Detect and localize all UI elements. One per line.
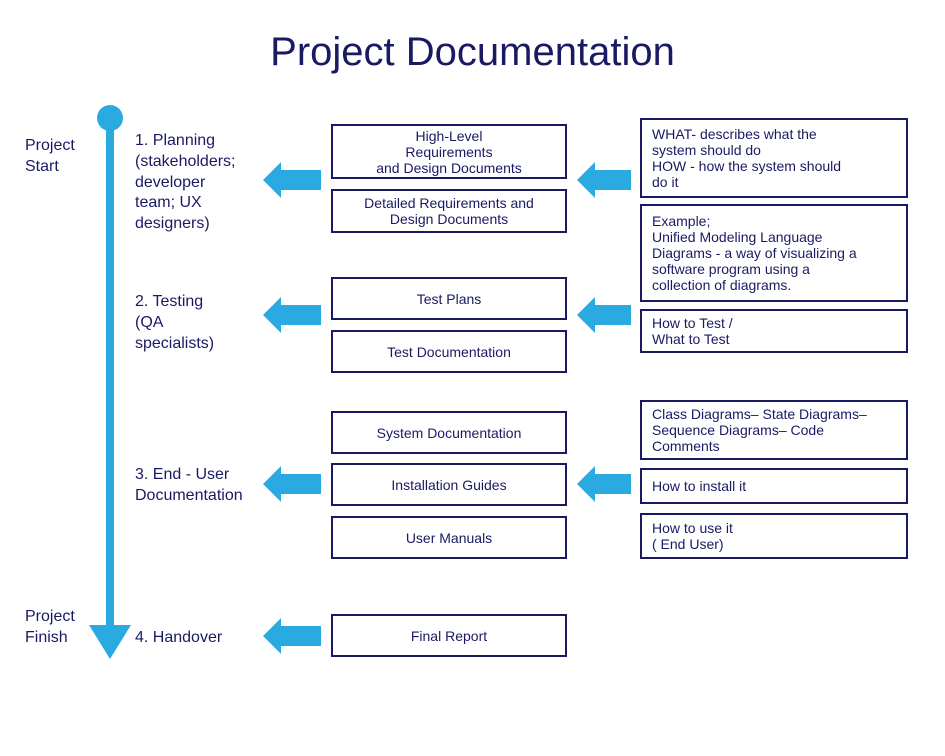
- page-title: Project Documentation: [0, 30, 945, 75]
- arrow-right-enduser: [593, 474, 631, 494]
- box-test-plans: Test Plans: [331, 277, 567, 320]
- timeline-axis: [103, 113, 117, 653]
- box-uml-example: Example; Unified Modeling Language Diagr…: [640, 204, 908, 302]
- label-phase1: 1. Planning (stakeholders; developer tea…: [135, 131, 236, 235]
- arrow-testing: [279, 305, 321, 325]
- label-project-start: Project Start: [25, 136, 75, 178]
- box-system-doc: System Documentation: [331, 411, 567, 454]
- box-class-diagrams: Class Diagrams– State Diagrams– Sequence…: [640, 400, 908, 460]
- box-test-doc: Test Documentation: [331, 330, 567, 373]
- box-user-manuals: User Manuals: [331, 516, 567, 559]
- timeline-end-arrow: [89, 625, 131, 659]
- arrow-enduser: [279, 474, 321, 494]
- arrow-right-testing: [593, 305, 631, 325]
- label-project-finish: Project Finish: [25, 607, 75, 649]
- box-how-test: How to Test / What to Test: [640, 309, 908, 353]
- box-how-use: How to use it ( End User): [640, 513, 908, 559]
- box-final-report: Final Report: [331, 614, 567, 657]
- box-high-level-req: High-Level Requirements and Design Docum…: [331, 124, 567, 179]
- label-phase3: 3. End - User Documentation: [135, 465, 243, 507]
- box-install-guides: Installation Guides: [331, 463, 567, 506]
- arrow-planning: [279, 170, 321, 190]
- arrow-right-planning: [593, 170, 631, 190]
- label-phase4: 4. Handover: [135, 628, 222, 649]
- arrow-handover: [279, 626, 321, 646]
- label-phase2: 2. Testing (QA specialists): [135, 292, 214, 354]
- box-how-install: How to install it: [640, 468, 908, 504]
- box-what-how: WHAT- describes what the system should d…: [640, 118, 908, 198]
- timeline-shaft: [106, 113, 114, 633]
- box-detailed-req: Detailed Requirements and Design Documen…: [331, 189, 567, 233]
